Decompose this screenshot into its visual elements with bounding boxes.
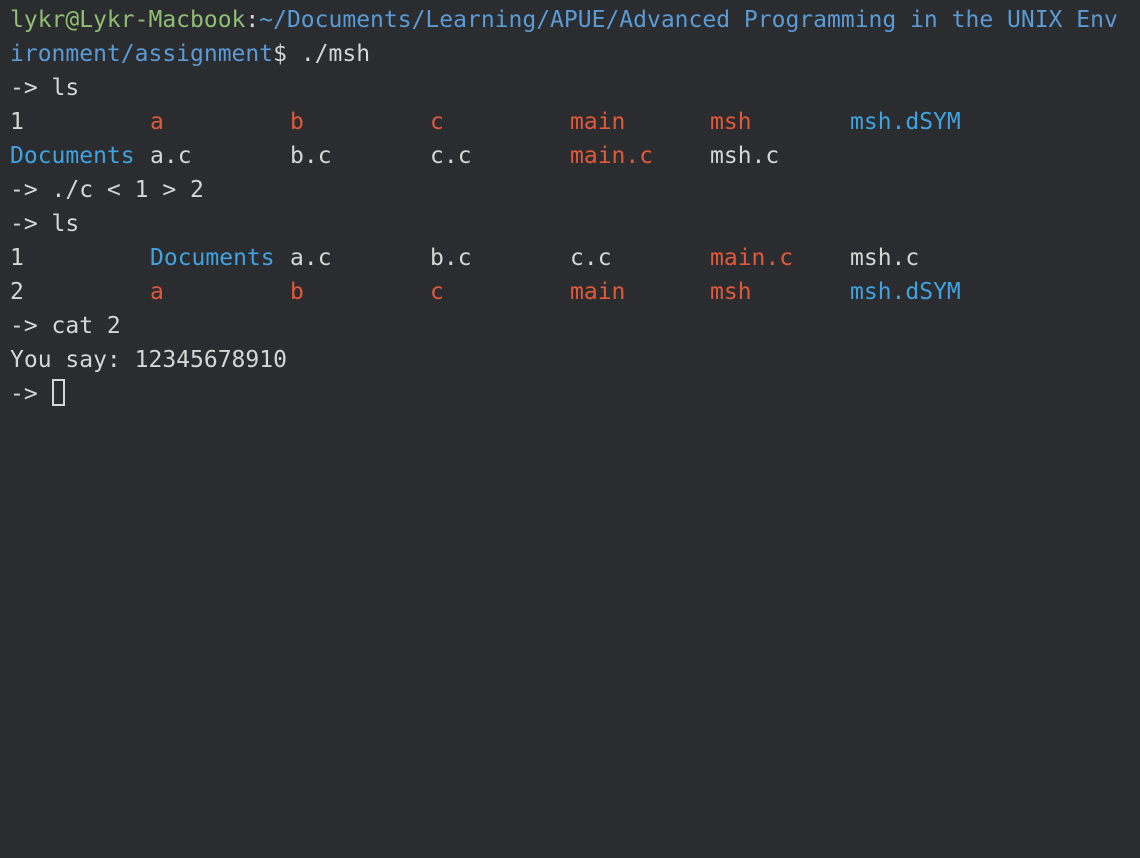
shell-prompt: -> xyxy=(10,211,52,237)
ls-entry-file: b.c xyxy=(430,245,472,271)
ls-entry-dir: msh.dSYM xyxy=(850,109,961,135)
ls-entry-exec: main.c xyxy=(570,143,654,169)
ls-entry-file: a.c xyxy=(290,245,332,271)
cat-output: You say: 12345678910 xyxy=(10,347,287,373)
ls-entry-file: a.c xyxy=(150,143,192,169)
ls-entry-exec: msh xyxy=(710,279,752,305)
ls-output-row: 1 Documents a.c b.c c.c main.c msh.c xyxy=(10,241,1140,275)
ls-entry-exec: c xyxy=(430,279,444,305)
msh-command-line: -> ls xyxy=(10,207,1140,241)
command-text: ls xyxy=(51,75,80,101)
ls-entry-exec: main xyxy=(570,279,626,305)
ls-entry-dir: Documents xyxy=(10,143,135,169)
command-text: ./msh xyxy=(300,41,371,67)
shell-prompt: -> xyxy=(10,313,52,339)
msh-command-line: -> ./c < 1 > 2 xyxy=(10,173,1140,207)
ls-entry-file: c.c xyxy=(570,245,612,271)
command-text: ./c < 1 > 2 xyxy=(51,177,204,203)
cwd-path-part-2: ironment/assignment xyxy=(10,41,274,67)
ls-entry-exec: b xyxy=(290,279,304,305)
ls-entry-exec: c xyxy=(430,109,444,135)
msh-command-line: -> cat 2 xyxy=(10,309,1140,343)
prompt-separator: : xyxy=(245,7,260,33)
text-cursor xyxy=(51,379,65,406)
prompt-dollar: $ xyxy=(273,41,301,67)
ls-entry-dir: Documents xyxy=(150,245,275,271)
ls-entry-exec: main xyxy=(570,109,626,135)
cwd-path-part-1: ~/Documents/Learning/APUE/Advanced Progr… xyxy=(259,7,1118,33)
ls-entry-file: 1 xyxy=(10,109,24,135)
bash-prompt-line-1: lykr@Lykr-Macbook:~/Documents/Learning/A… xyxy=(10,3,1140,37)
ls-entry-file: msh.c xyxy=(710,143,780,169)
terminal-window[interactable]: lykr@Lykr-Macbook:~/Documents/Learning/A… xyxy=(0,0,1140,858)
user-host: lykr@Lykr-Macbook xyxy=(10,7,246,33)
ls-entry-file: msh.c xyxy=(850,245,920,271)
ls-entry-dir: msh.dSYM xyxy=(850,279,961,305)
ls-output-row: 2 a b c main msh msh.dSYM xyxy=(10,275,1140,309)
ls-entry-exec: main.c xyxy=(710,245,794,271)
msh-command-line: -> ls xyxy=(10,71,1140,105)
command-text: cat 2 xyxy=(51,313,121,339)
msh-input-line[interactable]: -> xyxy=(10,377,1140,411)
ls-entry-file: 2 xyxy=(10,279,24,305)
ls-output-row: Documents a.c b.c c.c main.c msh.c xyxy=(10,139,1140,173)
ls-entry-exec: a xyxy=(150,279,164,305)
command-text: ls xyxy=(51,211,80,237)
ls-entry-exec: a xyxy=(150,109,164,135)
shell-prompt: -> xyxy=(10,177,52,203)
ls-output-row: 1 a b c main msh msh.dSYM xyxy=(10,105,1140,139)
shell-prompt: -> xyxy=(10,75,52,101)
ls-entry-file: b.c xyxy=(290,143,332,169)
ls-entry-exec: msh xyxy=(710,109,752,135)
ls-entry-file: c.c xyxy=(430,143,472,169)
ls-entry-file: 1 xyxy=(10,245,24,271)
ls-entry-exec: b xyxy=(290,109,304,135)
bash-prompt-line-2: ironment/assignment$ ./msh xyxy=(10,37,1140,71)
shell-prompt: -> xyxy=(10,381,52,407)
